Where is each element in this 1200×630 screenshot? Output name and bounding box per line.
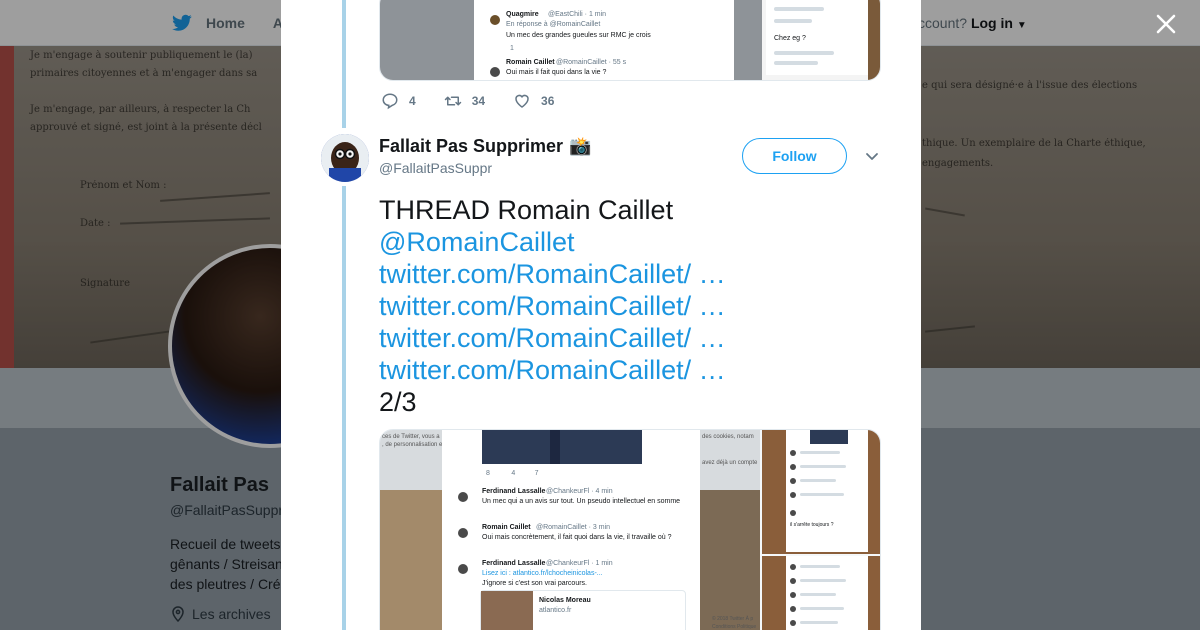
tweet-author-avatar[interactable] (321, 134, 369, 182)
reply-count: 4 (409, 94, 416, 108)
like-button[interactable]: 36 (513, 92, 554, 110)
media-screenshot: il s'arrête toujours ? (786, 430, 868, 552)
thread-connector-top (342, 0, 346, 128)
media-image-thumb-top[interactable]: il s'arrête toujours ? (762, 430, 880, 554)
reply-button[interactable]: 4 (381, 92, 416, 110)
tweet-author-name[interactable]: Fallait Pas Supprimer 📸 (379, 136, 591, 157)
mention-link[interactable]: @RomainCaillet (379, 226, 726, 258)
follow-button[interactable]: Follow (742, 138, 847, 174)
media-image-thumb-bottom[interactable] (762, 556, 880, 630)
retweet-icon (444, 96, 461, 106)
thread-counter: 2/3 (379, 387, 417, 417)
tweet-url-link[interactable]: twitter.com/RomainCaillet/ … (379, 290, 726, 322)
tweet-media-grid: ces de Twitter, vous a , de personnalisa… (379, 429, 881, 630)
media-image-main[interactable]: ces de Twitter, vous a , de personnalisa… (380, 430, 760, 630)
thread-connector-bottom (342, 186, 346, 630)
media-screenshot: 8 4 7 Ferdinand Lassalle @ChankeurFl · 4… (442, 430, 700, 630)
tweet-text-line: THREAD Romain Caillet (379, 195, 674, 225)
tweet-text: THREAD Romain Caillet @RomainCaillet twi… (379, 194, 726, 418)
reply-icon (382, 93, 398, 110)
tweet-modal: Quagmire @EastChili · 1 min En réponse à… (281, 0, 921, 630)
heart-icon (515, 94, 529, 108)
camera-emoji-icon: 📸 (569, 136, 592, 156)
previous-tweet-media[interactable]: Quagmire @EastChili · 1 min En réponse à… (379, 0, 881, 81)
media-screenshot (786, 556, 868, 630)
tweet-author-handle[interactable]: @FallaitPasSuppr (379, 160, 492, 176)
tweet-url-link[interactable]: twitter.com/RomainCaillet/ … (379, 258, 726, 290)
tweet-url-link[interactable]: twitter.com/RomainCaillet/ … (379, 354, 726, 386)
media-screenshot: Chez eg ? (762, 0, 880, 80)
close-icon[interactable] (1152, 10, 1180, 38)
retweet-button[interactable]: 34 (444, 92, 485, 110)
like-count: 36 (541, 94, 555, 108)
retweet-count: 34 (471, 94, 486, 108)
media-screenshot: Quagmire @EastChili · 1 min En réponse à… (474, 0, 734, 80)
chevron-down-icon[interactable] (864, 148, 880, 164)
previous-tweet-actions: 4 34 36 (381, 92, 582, 110)
tweet-url-link[interactable]: twitter.com/RomainCaillet/ … (379, 322, 726, 354)
